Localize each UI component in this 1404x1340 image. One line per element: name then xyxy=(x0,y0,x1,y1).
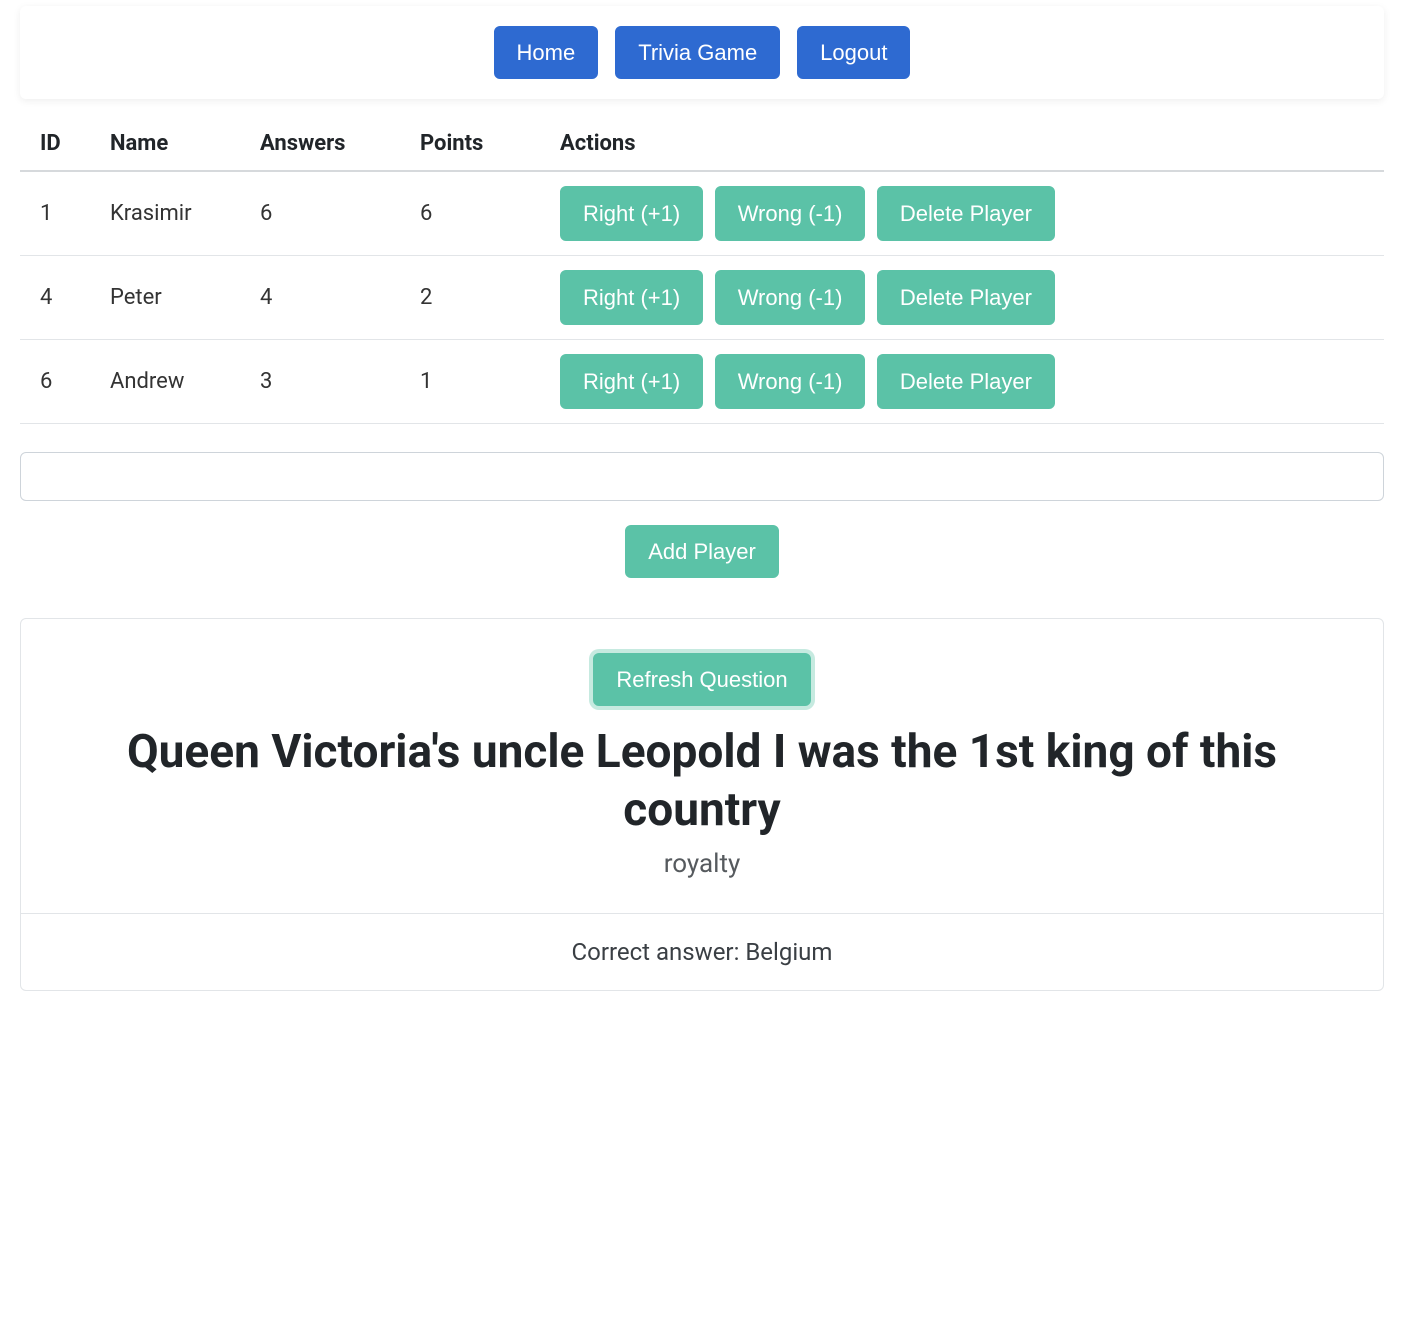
cell-answers: 3 xyxy=(250,340,410,424)
cell-id: 1 xyxy=(20,171,100,256)
cell-actions: Right (+1) Wrong (-1) Delete Player xyxy=(550,340,1384,424)
answer-footer: Correct answer: Belgium xyxy=(21,913,1383,990)
wrong-button[interactable]: Wrong (-1) xyxy=(715,186,866,241)
answer-label: Correct answer: xyxy=(572,938,746,966)
cell-points: 1 xyxy=(410,340,550,424)
question-category: royalty xyxy=(61,849,1343,879)
nav-home-button[interactable]: Home xyxy=(494,26,599,79)
cell-answers: 4 xyxy=(250,256,410,340)
cell-name: Peter xyxy=(100,256,250,340)
nav-logout-button[interactable]: Logout xyxy=(797,26,910,79)
right-button[interactable]: Right (+1) xyxy=(560,186,703,241)
cell-name: Krasimir xyxy=(100,171,250,256)
cell-id: 6 xyxy=(20,340,100,424)
table-row: 4 Peter 4 2 Right (+1) Wrong (-1) Delete… xyxy=(20,256,1384,340)
th-actions: Actions xyxy=(550,117,1384,171)
question-text: Queen Victoria's uncle Leopold I was the… xyxy=(61,724,1343,839)
add-player-form xyxy=(20,452,1384,501)
add-player-button[interactable]: Add Player xyxy=(625,525,779,578)
th-name: Name xyxy=(100,117,250,171)
cell-actions: Right (+1) Wrong (-1) Delete Player xyxy=(550,171,1384,256)
th-id: ID xyxy=(20,117,100,171)
nav-trivia-button[interactable]: Trivia Game xyxy=(615,26,780,79)
cell-answers: 6 xyxy=(250,171,410,256)
cell-points: 2 xyxy=(410,256,550,340)
delete-player-button[interactable]: Delete Player xyxy=(877,354,1055,409)
cell-actions: Right (+1) Wrong (-1) Delete Player xyxy=(550,256,1384,340)
cell-points: 6 xyxy=(410,171,550,256)
right-button[interactable]: Right (+1) xyxy=(560,270,703,325)
refresh-question-button[interactable]: Refresh Question xyxy=(593,653,810,706)
table-row: 6 Andrew 3 1 Right (+1) Wrong (-1) Delet… xyxy=(20,340,1384,424)
cell-id: 4 xyxy=(20,256,100,340)
th-points: Points xyxy=(410,117,550,171)
delete-player-button[interactable]: Delete Player xyxy=(877,186,1055,241)
th-answers: Answers xyxy=(250,117,410,171)
delete-player-button[interactable]: Delete Player xyxy=(877,270,1055,325)
table-row: 1 Krasimir 6 6 Right (+1) Wrong (-1) Del… xyxy=(20,171,1384,256)
player-name-input[interactable] xyxy=(20,452,1384,501)
cell-name: Andrew xyxy=(100,340,250,424)
wrong-button[interactable]: Wrong (-1) xyxy=(715,354,866,409)
navbar: Home Trivia Game Logout xyxy=(20,6,1384,99)
wrong-button[interactable]: Wrong (-1) xyxy=(715,270,866,325)
question-card: Refresh Question Queen Victoria's uncle … xyxy=(20,618,1384,991)
answer-value: Belgium xyxy=(745,938,832,966)
right-button[interactable]: Right (+1) xyxy=(560,354,703,409)
players-table: ID Name Answers Points Actions 1 Krasimi… xyxy=(20,117,1384,424)
